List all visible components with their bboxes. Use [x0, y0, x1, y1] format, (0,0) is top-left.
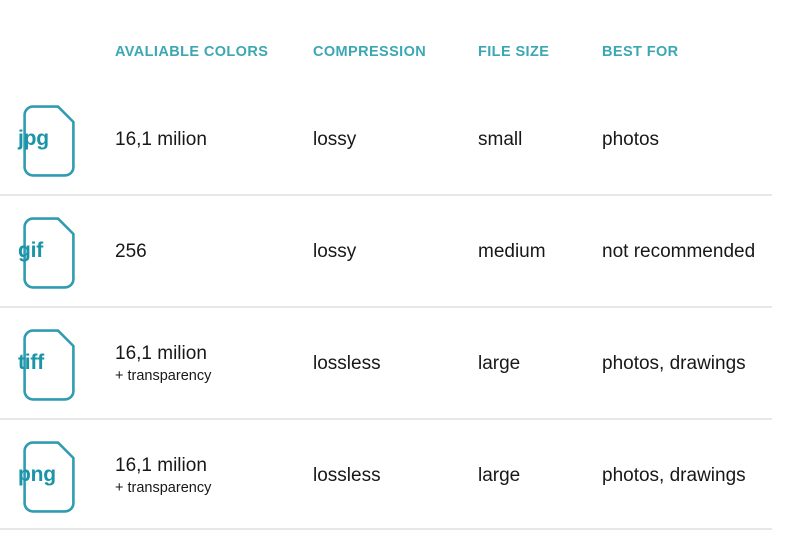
file-icon-jpg: jpg: [18, 100, 80, 178]
cell-file-size: large: [478, 307, 520, 419]
cell-value: small: [478, 128, 523, 150]
cell-value: large: [478, 352, 521, 374]
cell-file-size: small: [478, 83, 522, 195]
column-header-compression: COMPRESSION: [313, 44, 427, 60]
cell-file-size: large: [478, 419, 520, 531]
cell-compression: lossy: [313, 195, 356, 307]
cell-compression: lossy: [313, 83, 356, 195]
cell-compression: lossless: [313, 419, 381, 531]
cell-value: not recommended: [602, 240, 756, 262]
file-icon-label: gif: [18, 239, 44, 262]
cell-compression: lossless: [313, 307, 381, 419]
file-icon-png: png: [18, 436, 80, 514]
column-header-best-for: BEST FOR: [602, 44, 679, 60]
table-row: png 16,1 milion + transparency lossless …: [0, 419, 800, 531]
cell-value: medium: [478, 240, 546, 262]
file-icon-tiff: tiff: [18, 324, 80, 402]
file-format-comparison-table: AVALIABLE COLORS COMPRESSION FILE SIZE B…: [0, 0, 800, 533]
cell-value: 16,1 milion: [115, 454, 207, 476]
cell-value: lossless: [313, 464, 381, 486]
column-header-available-colors: AVALIABLE COLORS: [115, 44, 269, 60]
table-row: jpg 16,1 milion lossy small photos: [0, 83, 800, 195]
cell-value: photos: [602, 128, 660, 150]
table-header-row: AVALIABLE COLORS COMPRESSION FILE SIZE B…: [0, 0, 800, 88]
cell-value: 16,1 milion: [115, 128, 207, 150]
cell-subtext: + transparency: [115, 479, 212, 496]
cell-value: lossy: [313, 128, 357, 150]
cell-subtext: + transparency: [115, 367, 212, 384]
cell-value: 16,1 milion: [115, 342, 207, 364]
cell-value: photos, drawings: [602, 464, 746, 486]
row-divider: [0, 418, 772, 420]
cell-value: large: [478, 464, 521, 486]
file-icon-label: jpg: [18, 127, 49, 150]
row-divider: [0, 528, 772, 530]
cell-available-colors: 16,1 milion: [115, 83, 207, 195]
cell-available-colors: 256: [115, 195, 147, 307]
cell-best-for: photos: [602, 83, 659, 195]
row-divider: [0, 306, 772, 308]
cell-best-for: photos, drawings: [602, 307, 746, 419]
cell-best-for: photos, drawings: [602, 419, 746, 531]
row-divider: [0, 194, 772, 196]
column-header-file-size: FILE SIZE: [478, 44, 550, 60]
table-row: tiff 16,1 milion + transparency lossless…: [0, 307, 800, 419]
file-icon-gif: gif: [18, 212, 80, 290]
table-row: gif 256 lossy medium not recommended: [0, 195, 800, 307]
cell-value: photos, drawings: [602, 352, 746, 374]
cell-available-colors: 16,1 milion + transparency: [115, 419, 211, 531]
cell-value: 256: [115, 240, 147, 262]
cell-file-size: medium: [478, 195, 546, 307]
cell-value: lossless: [313, 352, 381, 374]
cell-value: lossy: [313, 240, 357, 262]
cell-available-colors: 16,1 milion + transparency: [115, 307, 211, 419]
cell-best-for: not recommended: [602, 195, 755, 307]
file-icon-label: tiff: [18, 351, 45, 374]
file-icon-label: png: [18, 463, 56, 486]
